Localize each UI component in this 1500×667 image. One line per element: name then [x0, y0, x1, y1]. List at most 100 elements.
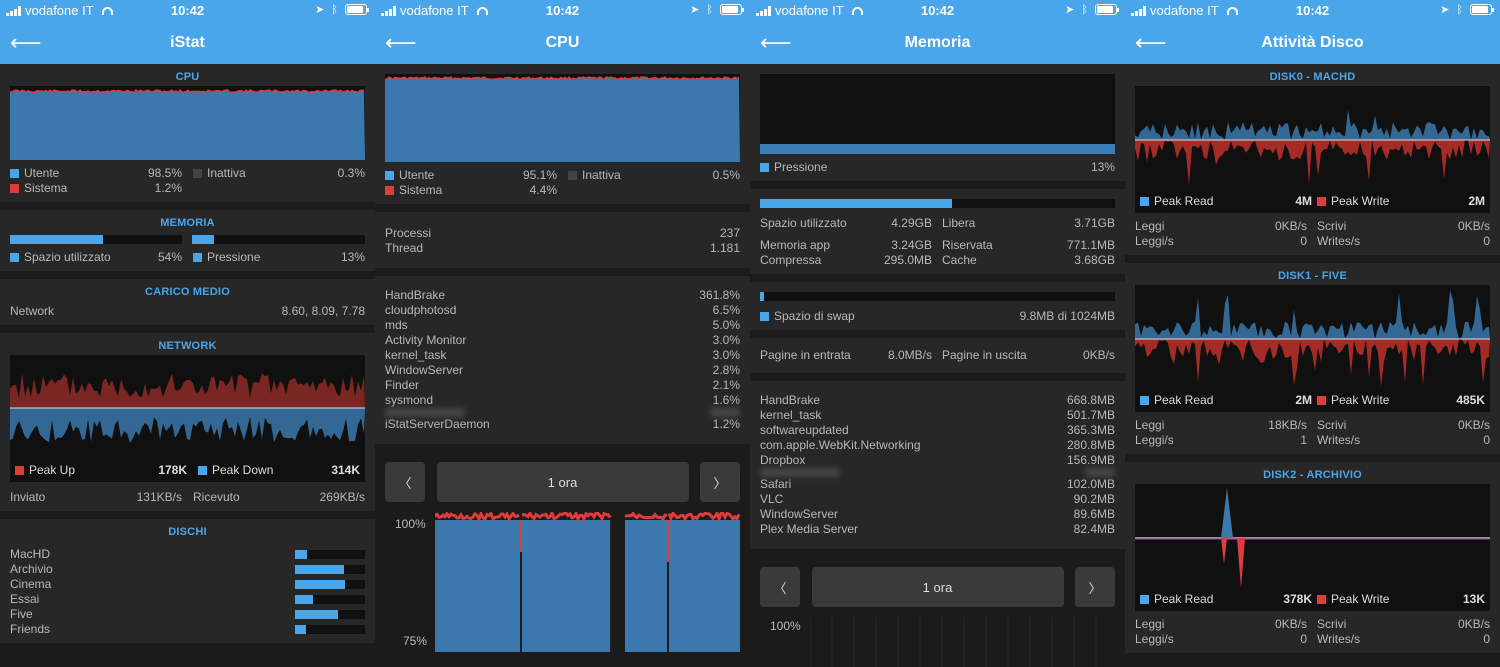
threads-value: 1.181	[709, 241, 740, 255]
list-item: mds 5.0%	[385, 318, 740, 333]
process-value: 6.5%	[712, 303, 740, 317]
list-item: kernel_task 501.7MB	[760, 408, 1115, 423]
disk-row[interactable]: MacHD	[10, 547, 365, 562]
user-label: Utente	[24, 166, 60, 180]
arrow-left-icon[interactable]: ⟵	[10, 32, 42, 54]
memory-section[interactable]: MEMORIA Spazio utilizzato 54% Pressione 13…	[0, 210, 375, 271]
process-name: HandBrake	[760, 393, 821, 407]
disk-name: Friends	[10, 622, 51, 636]
chevron-right-icon[interactable]: 〉	[700, 462, 740, 502]
disk-name: Cinema	[10, 577, 52, 591]
page-title: Memoria	[904, 34, 971, 51]
process-value: 82.4MB	[1073, 522, 1115, 536]
process-name: Safari	[760, 477, 792, 491]
network-chart	[10, 355, 365, 461]
process-value: 668.8MB	[1066, 393, 1115, 407]
list-item: Finder 2.1%	[385, 378, 740, 393]
write-value: 0KB/s	[1457, 219, 1490, 233]
peak-read-swatch	[1140, 595, 1149, 604]
disk-section[interactable]: DISK0 - MACHD Peak Read 4M Peak Write 2M L…	[1125, 64, 1500, 255]
pressure-swatch	[760, 163, 769, 172]
wired-label: Riservata	[942, 238, 993, 252]
top-processes-list: HandBrake 361.8% cloudphotosd 6.5% mds 5.0% Ac…	[375, 276, 750, 444]
range-button[interactable]: 1 ora	[436, 462, 689, 502]
chevron-left-icon[interactable]: 〈	[760, 567, 800, 607]
arrow-left-icon[interactable]: ⟵	[385, 32, 417, 54]
bluetooth-icon: ᛒ	[706, 3, 713, 16]
bluetooth-icon: ᛒ	[331, 3, 338, 16]
writes-per-sec-value: 0	[1483, 632, 1490, 646]
page-in-value: 8.0MB/s	[887, 348, 932, 362]
reads-per-sec-label: Leggi/s	[1135, 234, 1174, 248]
disk-row[interactable]: Friends	[10, 622, 365, 637]
disk-activity-chart	[1135, 285, 1490, 391]
threads-label: Thread	[385, 241, 424, 255]
process-name: VLC	[760, 492, 784, 506]
writes-per-sec-label: Writes/s	[1317, 632, 1361, 646]
section-header: DISK2 - ARCHIVIO	[1263, 469, 1362, 481]
list-item: kernel_task 3.0%	[385, 348, 740, 363]
sent-value: 131KB/s	[136, 490, 182, 504]
writes-per-sec-value: 0	[1483, 433, 1490, 447]
bluetooth-icon: ᛒ	[1081, 3, 1088, 16]
disk-row[interactable]: Archivio	[10, 562, 365, 577]
pressure-section[interactable]: Pressione 13%	[750, 64, 1125, 181]
compressed-value: 295.0MB	[883, 253, 932, 267]
list-item	[385, 408, 740, 417]
cpu-usage-chart	[10, 86, 365, 160]
app-memory-value: 3.24GB	[891, 238, 932, 252]
swap-swatch	[760, 312, 769, 321]
list-item: iStatServerDaemon 1.2%	[385, 417, 740, 432]
disk-row[interactable]: Five	[10, 607, 365, 622]
process-name: iStatServerDaemon	[385, 417, 490, 431]
write-label: Scrivi	[1317, 617, 1347, 631]
memory-usage-section[interactable]: Spazio utilizzato 4.29GB Libera 3.71GB Mem…	[750, 189, 1125, 274]
writes-per-sec-value: 0	[1483, 234, 1490, 248]
cpu-usage-section[interactable]: Utente 95.1% Inattiva 0.5% Sistema 4.4%	[375, 64, 750, 204]
peak-read-value: 378K	[1283, 592, 1312, 606]
arrow-left-icon[interactable]: ⟵	[1135, 32, 1167, 54]
process-count-section: Processi 237 Thread 1.181	[375, 212, 750, 268]
disk-name: MacHD	[10, 547, 51, 561]
peak-read-swatch	[1140, 197, 1149, 206]
disk-activity-screen: vodafone IT 10:42 ➤ ᛒ ⟵ Attività Disco DIS…	[1125, 0, 1500, 667]
section-header: DISK0 - MACHD	[1269, 71, 1356, 83]
location-arrow-icon: ➤	[1065, 4, 1075, 16]
network-section[interactable]: NETWORK Peak Up 178K Peak Down 314K Inviat…	[0, 333, 375, 511]
swap-section[interactable]: Spazio di swap 9.8MB di 1024MB	[750, 282, 1125, 330]
tick-100: 100%	[770, 619, 801, 633]
disks-section[interactable]: DISCHI MacHD Archivio Cinema Essai Five Frien…	[0, 519, 375, 643]
cpu-section[interactable]: CPU Utente 98.5% Inattiva 0.3% Sistema 1.2%	[0, 64, 375, 202]
arrow-left-icon[interactable]: ⟵	[760, 32, 792, 54]
write-label: Scrivi	[1317, 219, 1347, 233]
process-value: 1.6%	[712, 393, 740, 407]
page-in-label: Pagine in entrata	[760, 348, 851, 362]
section-header: CARICO MEDIO	[145, 286, 230, 298]
peak-write-swatch	[1317, 595, 1326, 604]
chevron-right-icon[interactable]: 〉	[1075, 567, 1115, 607]
pressure-label: Pressione	[774, 160, 828, 174]
peak-write-label: Peak Write	[1331, 194, 1390, 208]
process-name: Dropbox	[760, 453, 806, 467]
process-value	[1085, 468, 1115, 477]
range-button[interactable]: 1 ora	[811, 567, 1064, 607]
process-name: mds	[385, 318, 408, 332]
cpu-history-chart: 100% 75%	[375, 512, 750, 652]
range-selector: 〈 1 ora 〉	[375, 452, 750, 512]
chevron-left-icon[interactable]: 〈	[385, 462, 425, 502]
disk-row[interactable]: Cinema	[10, 577, 365, 592]
reads-per-sec-value: 1	[1300, 433, 1307, 447]
free-value: 3.71GB	[1074, 216, 1115, 230]
section-header: DISK1 - FIVE	[1277, 270, 1348, 282]
disk-section[interactable]: DISK2 - ARCHIVIO Peak Read 378K Peak Writ…	[1125, 462, 1500, 653]
load-section[interactable]: CARICO MEDIO Network 8.60, 8.09, 7.78	[0, 279, 375, 325]
used-value: 54%	[157, 250, 182, 264]
idle-label: Inattiva	[582, 168, 621, 182]
status-bar: vodafone IT 10:42 ➤ ᛒ	[375, 3, 750, 19]
read-value: 18KB/s	[1268, 418, 1307, 432]
disk-section[interactable]: DISK1 - FIVE Peak Read 2M Peak Write 485K …	[1125, 263, 1500, 454]
location-arrow-icon: ➤	[315, 4, 325, 16]
disk-row[interactable]: Essai	[10, 592, 365, 607]
memory-used-bar	[760, 199, 1115, 208]
process-value: 1.2%	[712, 417, 740, 431]
